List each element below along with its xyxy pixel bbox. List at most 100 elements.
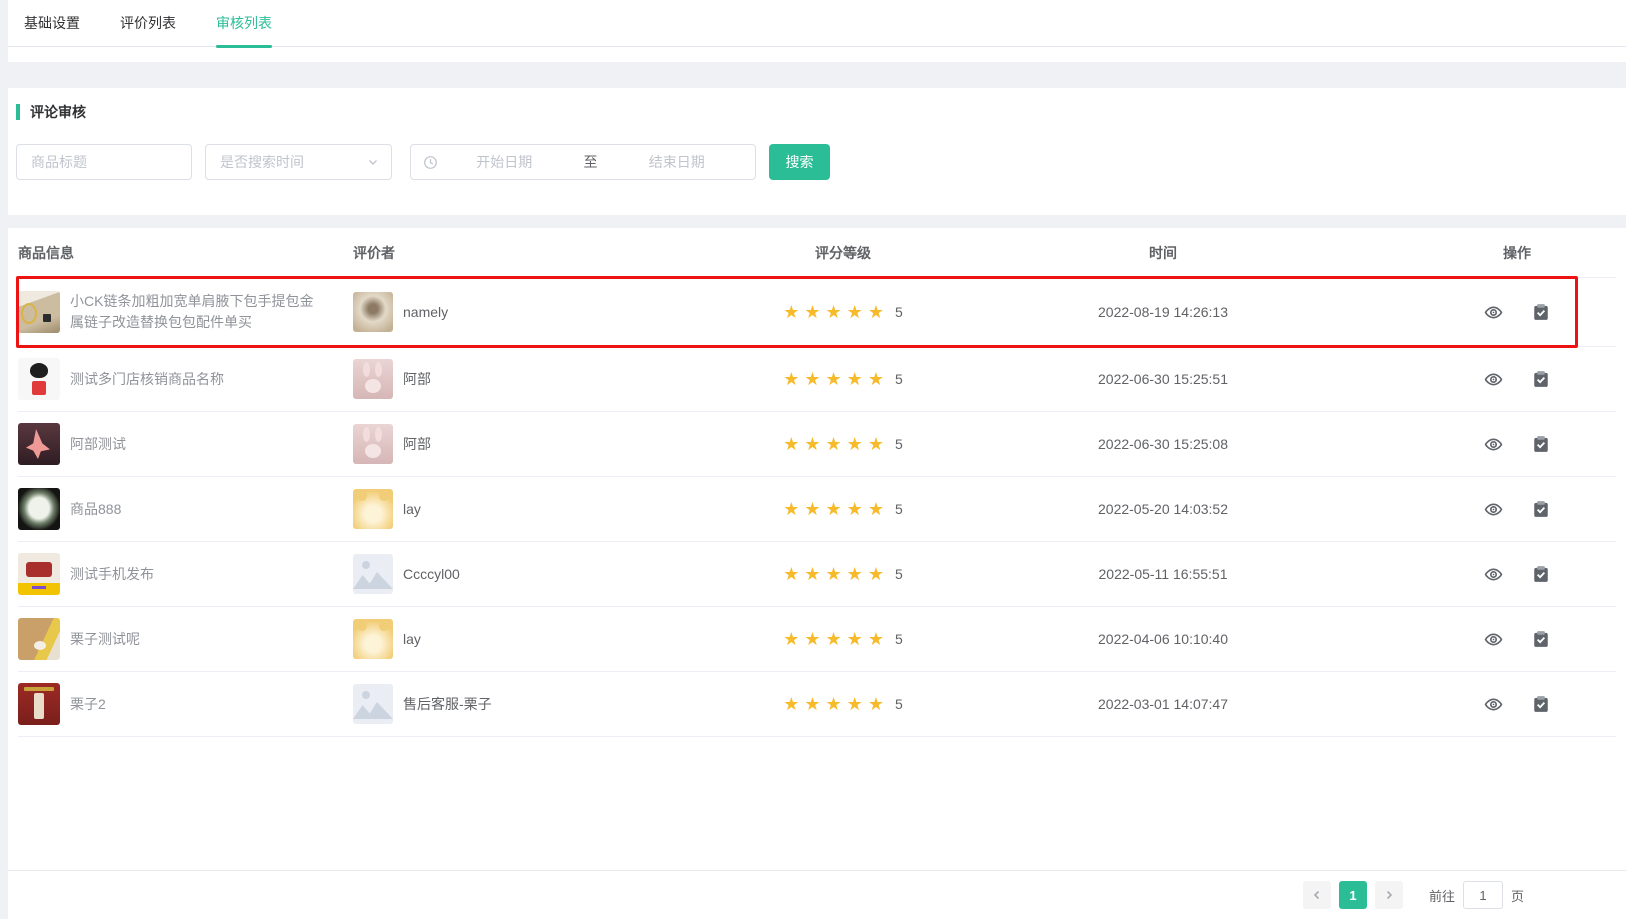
star-icon: ★ [804,565,820,583]
star-icon: ★ [783,565,799,583]
star-rating: ★★★★★ [783,630,889,648]
view-button[interactable] [1484,435,1502,453]
review-time: 2022-03-01 14:07:47 [908,696,1418,712]
time-search-select[interactable]: 是否搜索时间 [205,144,392,180]
eye-icon [1484,303,1503,322]
star-icon: ★ [804,630,820,648]
tab-review-list[interactable]: 评价列表 [120,0,176,46]
column-header-reviewer: 评价者 [353,243,778,263]
star-icon: ★ [804,695,820,713]
product-title: 商品888 [70,499,121,520]
star-icon: ★ [826,370,842,388]
date-start-placeholder[interactable]: 开始日期 [438,152,571,172]
audit-button[interactable] [1532,695,1550,713]
reviewer-cell: lay [353,619,778,659]
goto-page-input[interactable] [1463,881,1503,909]
view-button[interactable] [1484,630,1502,648]
audit-button[interactable] [1532,370,1550,388]
reviewer-avatar [353,554,393,594]
product-title: 小CK链条加粗加宽单肩腋下包手提包金属链子改造替换包包配件单买 [70,291,325,333]
star-icon: ★ [783,630,799,648]
product-image [18,423,60,465]
audit-button[interactable] [1532,435,1550,453]
rating-value: 5 [895,631,903,647]
table-row: 阿部测试 阿部 ★★★★★ 5 2022-06-30 15:25:08 [18,412,1616,477]
reviewer-name: Ccccyl00 [403,566,460,582]
product-image [18,488,60,530]
audit-button[interactable] [1532,630,1550,648]
table-row: 栗子2 售后客服-栗子 ★★★★★ 5 2022-03-01 14:07:47 [18,672,1616,737]
reviewer-avatar [353,424,393,464]
table-row: 栗子测试呢 lay ★★★★★ 5 2022-04-06 10:10:40 [18,607,1616,672]
star-icon: ★ [804,500,820,518]
product-image [18,291,60,333]
product-title: 栗子2 [70,694,106,715]
chevron-right-icon [1383,889,1395,901]
section-title: 评论审核 [16,102,1618,122]
product-image [18,553,60,595]
table-row: 小CK链条加粗加宽单肩腋下包手提包金属链子改造替换包包配件单买 namely ★… [18,278,1616,347]
review-time: 2022-06-30 15:25:08 [908,436,1418,452]
time-search-select-placeholder: 是否搜索时间 [220,152,304,172]
tab-audit-list[interactable]: 审核列表 [216,0,272,46]
star-icon: ★ [783,303,799,321]
view-button[interactable] [1484,303,1502,321]
star-icon: ★ [868,565,884,583]
table-header-row: 商品信息 评价者 评分等级 时间 操作 [18,228,1616,278]
product-cell: 小CK链条加粗加宽单肩腋下包手提包金属链子改造替换包包配件单买 [18,291,353,333]
chevron-down-icon [367,156,379,168]
product-cell: 栗子2 [18,683,353,725]
audit-button[interactable] [1532,500,1550,518]
view-button[interactable] [1484,695,1502,713]
product-cell: 测试手机发布 [18,553,353,595]
section-title-accent-bar [16,104,20,120]
product-title-input[interactable] [16,144,192,180]
eye-icon [1484,695,1503,714]
reviewer-cell: 阿部 [353,424,778,464]
clipboard-check-icon [1532,565,1550,583]
section-title-text: 评论审核 [30,102,86,122]
star-icon: ★ [826,500,842,518]
pagination-prev-button[interactable] [1303,881,1331,909]
pagination-next-button[interactable] [1375,881,1403,909]
date-end-placeholder[interactable]: 结束日期 [611,152,744,172]
star-icon: ★ [783,370,799,388]
rating-value: 5 [895,696,903,712]
clipboard-check-icon [1532,435,1550,453]
rating-value: 5 [895,304,903,320]
actions-cell [1418,500,1616,518]
date-range-separator: 至 [571,152,611,172]
tab-basic-settings[interactable]: 基础设置 [24,0,80,46]
view-button[interactable] [1484,565,1502,583]
audit-button[interactable] [1532,565,1550,583]
audit-table-card: 商品信息 评价者 评分等级 时间 操作 小CK链条加粗加宽单肩腋下包手提包金属链… [8,228,1626,870]
star-icon: ★ [826,435,842,453]
filter-row: 是否搜索时间 开始日期 至 结束日期 搜索 [16,144,1618,180]
product-cell: 商品888 [18,488,353,530]
view-button[interactable] [1484,500,1502,518]
page-unit-label: 页 [1511,886,1524,905]
search-button[interactable]: 搜索 [769,144,830,180]
star-icon: ★ [868,695,884,713]
review-time: 2022-06-30 15:25:51 [908,371,1418,387]
column-header-rating: 评分等级 [778,243,908,263]
pagination-page-1[interactable]: 1 [1339,881,1367,909]
rating-value: 5 [895,566,903,582]
star-icon: ★ [868,500,884,518]
view-button[interactable] [1484,370,1502,388]
rating-cell: ★★★★★ 5 [778,630,908,648]
star-icon: ★ [868,370,884,388]
clipboard-check-icon [1532,695,1550,713]
table-row: 测试手机发布 Ccccyl00 ★★★★★ 5 2022-05-11 16:55… [18,542,1616,607]
star-icon: ★ [826,565,842,583]
reviewer-name: namely [403,304,448,320]
star-icon: ★ [783,435,799,453]
star-rating: ★★★★★ [783,370,889,388]
product-cell: 测试多门店核销商品名称 [18,358,353,400]
reviewer-cell: namely [353,292,778,332]
actions-cell [1418,630,1616,648]
reviewer-name: 阿部 [403,369,431,389]
date-range-picker[interactable]: 开始日期 至 结束日期 [410,144,756,180]
audit-button[interactable] [1532,303,1550,321]
review-time: 2022-05-20 14:03:52 [908,501,1418,517]
